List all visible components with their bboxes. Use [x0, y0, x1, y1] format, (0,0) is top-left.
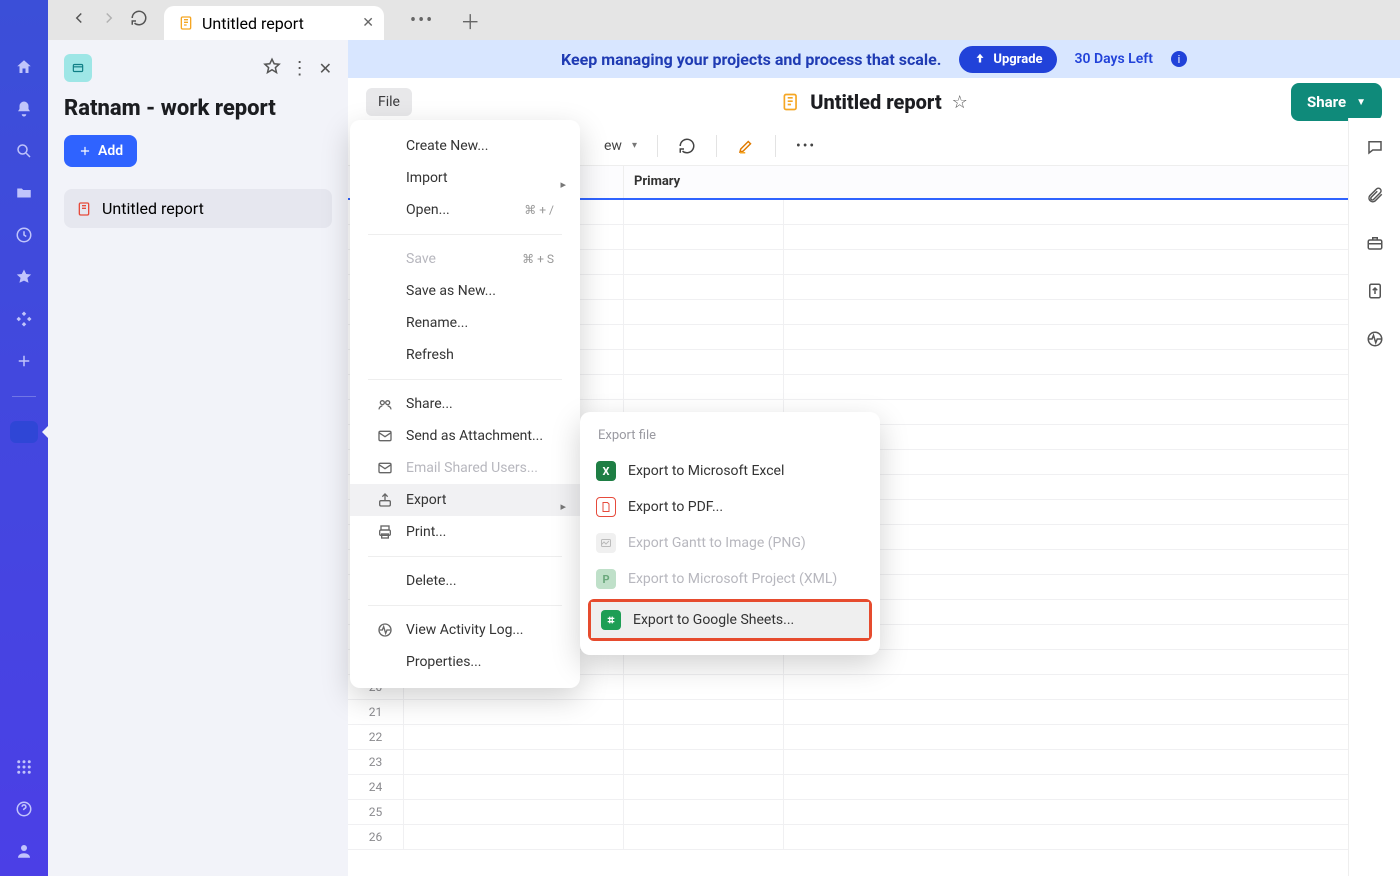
menu-refresh[interactable]: Refresh: [350, 339, 580, 371]
export-gantt: Export Gantt to Image (PNG): [580, 525, 880, 561]
search-icon[interactable]: [13, 140, 35, 162]
table-row[interactable]: 26: [348, 825, 1400, 850]
menu-email-shared: Email Shared Users...: [350, 452, 580, 484]
export-gsheets-highlight: Export to Google Sheets...: [588, 599, 872, 641]
info-icon[interactable]: i: [1171, 51, 1187, 67]
menu-import[interactable]: Import: [350, 162, 580, 194]
share-button[interactable]: Share ▼: [1291, 83, 1382, 121]
menu-export[interactable]: Export: [350, 484, 580, 516]
row-number: 23: [348, 750, 404, 774]
row-number: 21: [348, 700, 404, 724]
table-row[interactable]: 25: [348, 800, 1400, 825]
comments-icon[interactable]: [1364, 136, 1386, 158]
row-number: 25: [348, 800, 404, 824]
export-pdf[interactable]: Export to PDF...: [580, 489, 880, 525]
table-row[interactable]: 21: [348, 700, 1400, 725]
top-bar: Untitled report ✕ ••• ＋: [0, 0, 1400, 40]
file-menu-button[interactable]: File: [366, 88, 412, 116]
tab-title: Untitled report: [202, 14, 304, 33]
refresh-icon[interactable]: [678, 137, 696, 155]
row-number: 24: [348, 775, 404, 799]
menu-rename[interactable]: Rename...: [350, 307, 580, 339]
star-icon[interactable]: [13, 266, 35, 288]
report-icon: [780, 92, 800, 112]
briefcase-icon[interactable]: [1364, 232, 1386, 254]
menu-create-new[interactable]: Create New...: [350, 130, 580, 162]
tab-close-icon[interactable]: ✕: [362, 15, 374, 31]
left-panel: ⋮ ✕ Ratnam - work report Add Untitled re…: [48, 40, 348, 876]
home-icon[interactable]: [13, 56, 35, 78]
highlight-icon[interactable]: [737, 137, 755, 155]
publish-icon[interactable]: [1364, 280, 1386, 302]
grid-icon[interactable]: [13, 756, 35, 778]
table-row[interactable]: 23: [348, 750, 1400, 775]
favorite-toggle-icon[interactable]: ☆: [952, 92, 968, 113]
right-rail: [1348, 118, 1400, 876]
column-primary[interactable]: Primary: [624, 166, 784, 198]
chevron-down-icon: ▼: [1356, 97, 1366, 108]
export-msproject: PExport to Microsoft Project (XML): [580, 561, 880, 597]
active-app-icon[interactable]: [10, 421, 38, 443]
folder-icon[interactable]: [13, 182, 35, 204]
export-submenu: Export file XExport to Microsoft Excel E…: [580, 412, 880, 655]
menu-delete[interactable]: Delete...: [350, 565, 580, 597]
workspace-title: Ratnam - work report: [64, 96, 332, 121]
sidebar-item-report[interactable]: Untitled report: [64, 189, 332, 228]
share-label: Share: [1307, 93, 1346, 111]
workspace-logo-icon[interactable]: [64, 54, 92, 82]
menu-share[interactable]: Share...: [350, 388, 580, 420]
bell-icon[interactable]: [13, 98, 35, 120]
activity-icon[interactable]: [1364, 328, 1386, 350]
page-title: Untitled report: [810, 90, 941, 114]
export-gsheets[interactable]: Export to Google Sheets...: [591, 602, 869, 638]
user-icon[interactable]: [13, 840, 35, 862]
upgrade-button[interactable]: Upgrade: [959, 46, 1056, 73]
forward-icon[interactable]: [100, 9, 118, 31]
attachments-icon[interactable]: [1364, 184, 1386, 206]
row-number: 26: [348, 825, 404, 849]
menu-save-as[interactable]: Save as New...: [350, 275, 580, 307]
add-button-label: Add: [98, 143, 123, 159]
favorite-icon[interactable]: [263, 57, 281, 79]
reload-icon[interactable]: [130, 9, 148, 31]
tab-overflow-icon[interactable]: •••: [410, 10, 434, 31]
more-icon[interactable]: ⋮: [291, 58, 309, 79]
title-bar: File Untitled report ☆ Share ▼: [348, 78, 1400, 126]
upgrade-banner: Keep managing your projects and process …: [348, 40, 1400, 78]
export-header: Export file: [580, 422, 880, 453]
main-area: Keep managing your projects and process …: [348, 40, 1400, 876]
menu-properties[interactable]: Properties...: [350, 646, 580, 678]
file-menu: Create New... Import Open...⌘ + / Save⌘ …: [350, 120, 580, 688]
upgrade-label: Upgrade: [993, 52, 1042, 67]
clock-icon[interactable]: [13, 224, 35, 246]
browser-tab[interactable]: Untitled report ✕: [164, 6, 384, 40]
days-left: 30 Days Left: [1075, 51, 1153, 67]
nav-rail: [0, 0, 48, 876]
menu-print[interactable]: Print...: [350, 516, 580, 548]
row-number: 22: [348, 725, 404, 749]
back-icon[interactable]: [70, 9, 88, 31]
sidebar-item-label: Untitled report: [102, 199, 204, 218]
more-toolbar-icon[interactable]: •••: [796, 138, 816, 154]
export-excel[interactable]: XExport to Microsoft Excel: [580, 453, 880, 489]
add-button[interactable]: Add: [64, 135, 137, 167]
view-dropdown[interactable]: ew: [604, 138, 637, 154]
menu-open[interactable]: Open...⌘ + /: [350, 194, 580, 226]
file-menu-label: File: [378, 94, 400, 110]
help-icon[interactable]: [13, 798, 35, 820]
menu-activity-log[interactable]: View Activity Log...: [350, 614, 580, 646]
table-row[interactable]: 22: [348, 725, 1400, 750]
close-panel-icon[interactable]: ✕: [319, 59, 332, 78]
menu-save: Save⌘ + S: [350, 243, 580, 275]
menu-send-attachment[interactable]: Send as Attachment...: [350, 420, 580, 452]
add-icon[interactable]: [13, 350, 35, 372]
table-row[interactable]: 24: [348, 775, 1400, 800]
banner-message: Keep managing your projects and process …: [561, 50, 941, 69]
new-tab-icon[interactable]: ＋: [460, 6, 480, 35]
apps-icon[interactable]: [13, 308, 35, 330]
